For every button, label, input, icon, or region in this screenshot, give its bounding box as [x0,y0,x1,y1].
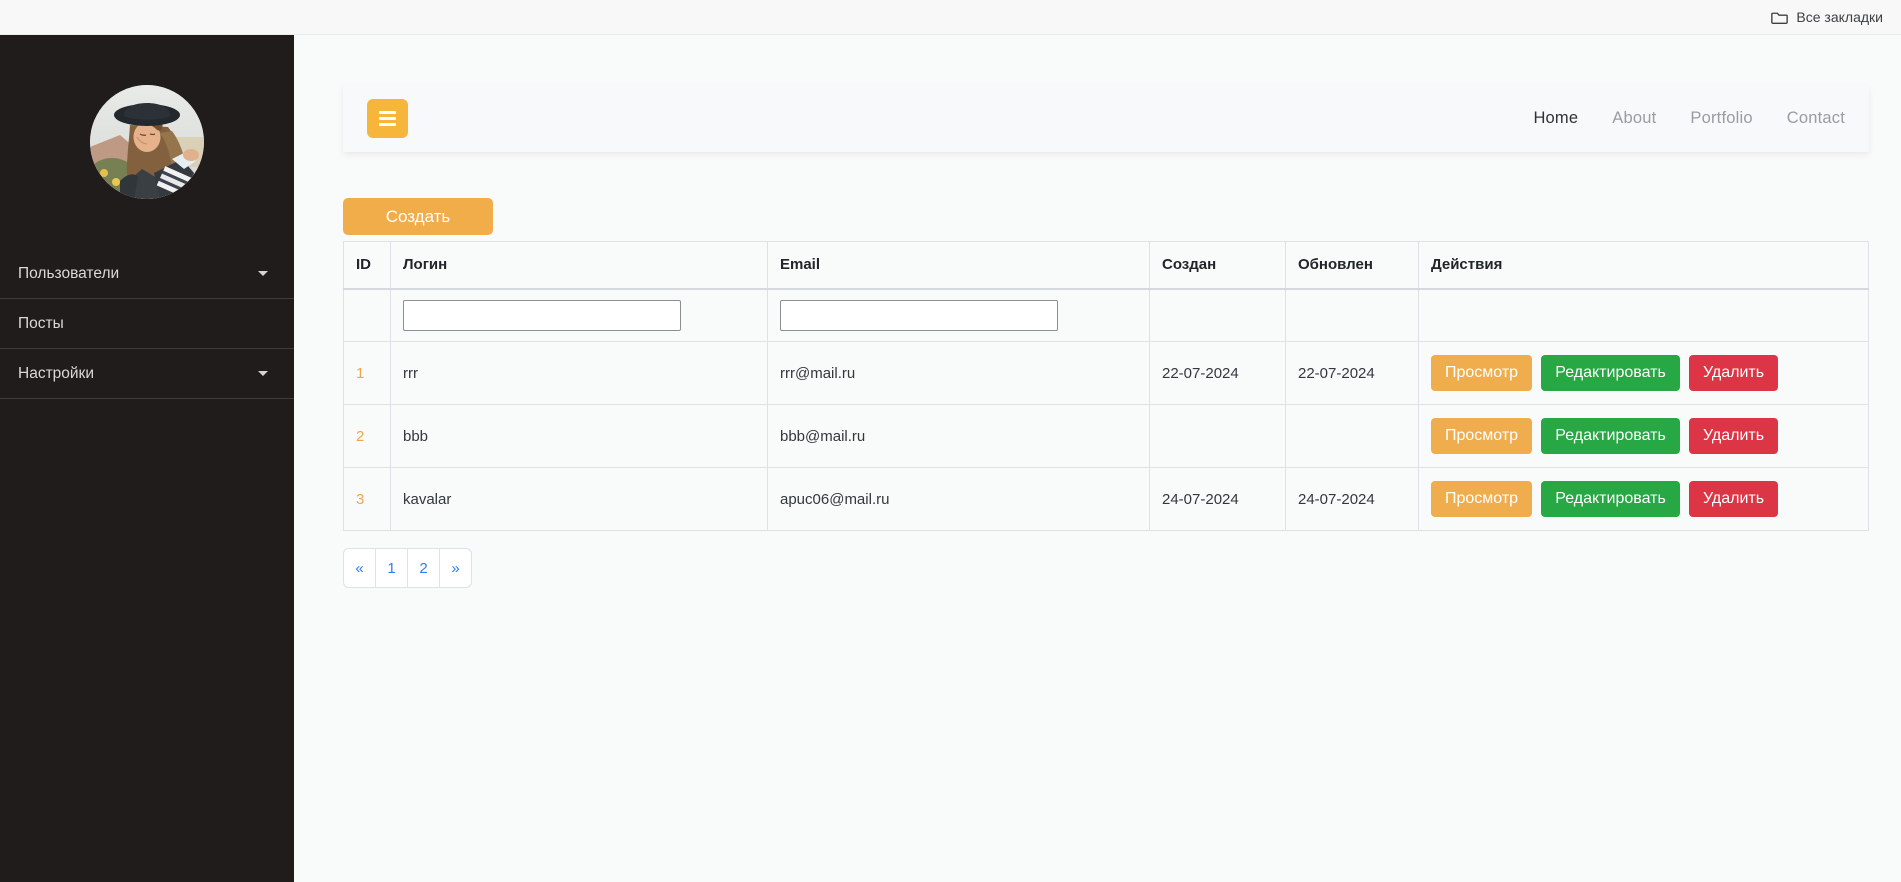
actions-cell: Просмотр Редактировать Удалить [1419,468,1869,531]
login-cell: kavalar [391,468,768,531]
filter-cell-empty [1419,289,1869,342]
user-id-link[interactable]: 3 [356,491,364,508]
id-cell: 1 [344,342,391,405]
actions-cell: Просмотр Редактировать Удалить [1419,405,1869,468]
view-button[interactable]: Просмотр [1431,355,1532,391]
sidebar: Пользователи Посты Настройки [0,35,294,882]
pagination-page-1[interactable]: 1 [375,548,408,588]
login-cell: rrr [391,342,768,405]
nav-link-home[interactable]: Home [1533,109,1578,128]
col-header-updated: Обновлен [1286,242,1419,289]
pagination-page-2[interactable]: 2 [407,548,440,588]
nav-links: Home About Portfolio Contact [1533,109,1845,128]
filter-row [344,289,1869,342]
edit-button[interactable]: Редактировать [1541,355,1680,391]
nav-link-portfolio[interactable]: Portfolio [1690,109,1752,128]
col-header-login: Логин [391,242,768,289]
email-cell: bbb@mail.ru [768,405,1150,468]
table-row: 2 bbb bbb@mail.ru Просмотр Редактировать… [344,405,1869,468]
created-cell [1150,405,1286,468]
table-header-row: ID Логин Email Создан Обновлен Действия [344,242,1869,289]
col-header-id: ID [344,242,391,289]
created-cell: 22-07-2024 [1150,342,1286,405]
avatar [90,85,204,199]
main-content: Home About Portfolio Contact Создать ID … [294,35,1901,882]
table-row: 1 rrr rrr@mail.ru 22-07-2024 22-07-2024 … [344,342,1869,405]
chevron-down-icon [258,371,268,376]
delete-button[interactable]: Удалить [1689,418,1778,454]
user-id-link[interactable]: 1 [356,365,364,382]
user-id-link[interactable]: 2 [356,428,364,445]
pagination-next[interactable]: » [439,548,472,588]
view-button[interactable]: Просмотр [1431,418,1532,454]
all-bookmarks-label: Все закладки [1796,9,1883,25]
sidebar-item-label: Пользователи [18,265,119,283]
filter-cell-login [391,289,768,342]
created-cell: 24-07-2024 [1150,468,1286,531]
col-header-created: Создан [1150,242,1286,289]
updated-cell: 22-07-2024 [1286,342,1419,405]
filter-cell-email [768,289,1150,342]
nav-link-contact[interactable]: Contact [1787,109,1845,128]
updated-cell [1286,405,1419,468]
sidebar-item-posts[interactable]: Посты [0,299,294,349]
login-filter-input[interactable] [403,300,681,331]
sidebar-item-label: Настройки [18,365,94,383]
users-table: ID Логин Email Создан Обновлен Действия [343,241,1869,531]
email-filter-input[interactable] [780,300,1058,331]
sidebar-item-settings[interactable]: Настройки [0,349,294,399]
view-button[interactable]: Просмотр [1431,481,1532,517]
sidebar-item-label: Посты [18,315,64,333]
edit-button[interactable]: Редактировать [1541,481,1680,517]
id-cell: 3 [344,468,391,531]
create-button[interactable]: Создать [343,198,493,235]
menu-toggle-button[interactable] [367,99,408,138]
edit-button[interactable]: Редактировать [1541,418,1680,454]
delete-button[interactable]: Удалить [1689,355,1778,391]
table-row: 3 kavalar apuc06@mail.ru 24-07-2024 24-0… [344,468,1869,531]
pagination: « 1 2 » [343,548,1869,588]
screen: Все закладки [0,0,1901,882]
browser-bookmarks-bar: Все закладки [0,0,1901,35]
login-cell: bbb [391,405,768,468]
top-navbar: Home About Portfolio Contact [343,84,1869,152]
sidebar-menu: Пользователи Посты Настройки [0,249,294,399]
nav-link-about[interactable]: About [1612,109,1656,128]
updated-cell: 24-07-2024 [1286,468,1419,531]
col-header-actions: Действия [1419,242,1869,289]
filter-cell-empty [1286,289,1419,342]
hamburger-icon [379,111,396,126]
col-header-email: Email [768,242,1150,289]
filter-cell-empty [344,289,391,342]
email-cell: rrr@mail.ru [768,342,1150,405]
folder-icon [1771,10,1788,25]
all-bookmarks-button[interactable]: Все закладки [1765,6,1889,28]
delete-button[interactable]: Удалить [1689,481,1778,517]
id-cell: 2 [344,405,391,468]
pagination-prev[interactable]: « [343,548,376,588]
chevron-down-icon [258,271,268,276]
filter-cell-empty [1150,289,1286,342]
email-cell: apuc06@mail.ru [768,468,1150,531]
actions-cell: Просмотр Редактировать Удалить [1419,342,1869,405]
sidebar-item-users[interactable]: Пользователи [0,249,294,299]
